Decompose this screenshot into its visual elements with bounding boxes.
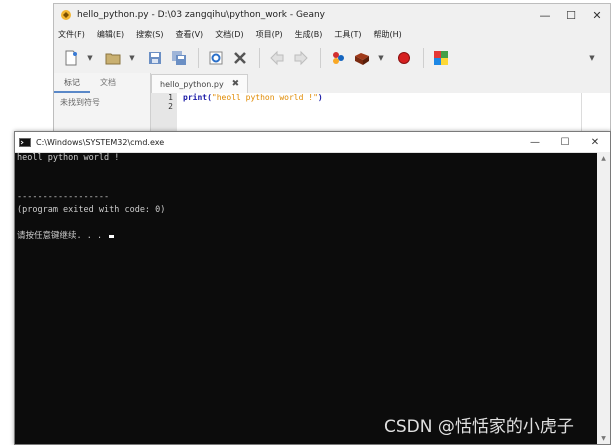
code-string: "heoll python world !" [211, 93, 318, 102]
code-lines: print("heoll python world !") [177, 93, 323, 135]
toolbar-separator [259, 48, 260, 68]
sidebar: 标记 文档 未找到符号 [54, 73, 151, 135]
toolbar-separator [198, 48, 199, 68]
menu-build[interactable]: 生成(B) [295, 29, 323, 40]
geany-main-area: 标记 文档 未找到符号 hello_python.py ✖ 1 2 print(… [54, 73, 610, 135]
console-line: ------------------ [17, 192, 110, 202]
close-file-button[interactable] [229, 47, 251, 69]
text-cursor [109, 235, 115, 238]
toolbar-separator [320, 48, 321, 68]
navigate-forward-button[interactable] [290, 47, 312, 69]
menu-tools[interactable]: 工具(T) [334, 29, 361, 40]
reload-button[interactable] [205, 47, 227, 69]
file-tab[interactable]: hello_python.py ✖ [151, 74, 249, 93]
save-all-button[interactable] [168, 47, 190, 69]
tab-symbols[interactable]: 标记 [54, 73, 90, 93]
menu-search[interactable]: 搜索(S) [136, 29, 163, 40]
no-symbols-message: 未找到符号 [60, 98, 100, 107]
watermark: CSDN @恬恬家的小虎子 [384, 417, 574, 437]
close-tab-icon[interactable]: ✖ [232, 79, 240, 89]
cmd-window: C:\Windows\SYSTEM32\cmd.exe — ☐ ✕ heoll … [14, 131, 611, 445]
cmd-scrollbar[interactable]: ▲ ▼ [597, 152, 610, 444]
cmd-terminal-icon [19, 137, 31, 147]
close-file-icon [234, 52, 246, 64]
geany-menu-bar: 文件(F) 编辑(E) 搜索(S) 查看(V) 文档(D) 项目(P) 生成(B… [54, 26, 610, 43]
geany-title-bar: hello_python.py - D:\03 zangqihu\python_… [54, 4, 610, 26]
geany-minimize-button[interactable]: — [532, 4, 558, 26]
cmd-minimize-button[interactable]: — [520, 132, 550, 152]
editor-tab-bar: hello_python.py ✖ [151, 73, 610, 93]
open-folder-icon [105, 53, 121, 65]
execute-button[interactable] [393, 47, 415, 69]
toolbar-separator [423, 48, 424, 68]
cmd-title-bar: C:\Windows\SYSTEM32\cmd.exe — ☐ ✕ [15, 132, 610, 153]
menu-document[interactable]: 文档(D) [215, 29, 243, 40]
menu-project[interactable]: 项目(P) [256, 29, 283, 40]
build-dropdown[interactable]: ▼ [375, 47, 387, 69]
console-prompt-text: 请按任意键继续. . . [17, 231, 108, 241]
code-line: print("heoll python world !") [183, 93, 323, 102]
menu-edit[interactable]: 编辑(E) [97, 29, 124, 40]
new-file-button[interactable] [60, 47, 82, 69]
geany-maximize-button[interactable]: ☐ [558, 4, 584, 26]
line-number: 2 [168, 102, 173, 111]
sidebar-tabs: 标记 文档 [54, 73, 150, 93]
reload-icon [209, 51, 223, 65]
open-file-dropdown[interactable]: ▼ [126, 47, 138, 69]
geany-window-title: hello_python.py - D:\03 zangqihu\python_… [77, 10, 326, 20]
toolbar-overflow-dropdown[interactable]: ▼ [586, 47, 598, 69]
build-brick-icon [355, 53, 369, 65]
new-file-icon [65, 50, 77, 66]
scroll-up-icon[interactable]: ▲ [597, 152, 610, 164]
build-button[interactable] [351, 47, 373, 69]
console-line: (program exited with code: 0) [17, 205, 166, 215]
cmd-window-title: C:\Windows\SYSTEM32\cmd.exe [36, 137, 165, 147]
navigate-back-button[interactable] [266, 47, 288, 69]
arrow-left-icon [270, 50, 284, 66]
long-line-marker [581, 93, 582, 135]
compile-button[interactable] [327, 47, 349, 69]
geany-toolbar: ▼ ▼ ▼ ▼ [54, 43, 610, 74]
save-icon [149, 52, 161, 64]
code-paren-close: ) [317, 93, 323, 102]
geany-window: hello_python.py - D:\03 zangqihu\python_… [53, 3, 611, 135]
color-chooser-button[interactable] [430, 47, 452, 69]
compile-icon [333, 52, 344, 64]
console-line: heoll python world ! [17, 153, 120, 163]
console-output[interactable]: heoll python world ! ------------------ … [15, 152, 599, 444]
geany-logo-icon [61, 10, 71, 20]
line-number-gutter: 1 2 [151, 93, 177, 135]
arrow-right-icon [294, 50, 308, 66]
save-button[interactable] [144, 47, 166, 69]
execute-icon [398, 52, 410, 64]
geany-close-button[interactable]: ✕ [584, 4, 610, 26]
scroll-down-icon[interactable]: ▼ [597, 432, 610, 444]
code-function: print [183, 93, 208, 102]
menu-file[interactable]: 文件(F) [58, 29, 85, 40]
new-file-dropdown[interactable]: ▼ [84, 47, 96, 69]
console-prompt-line: 请按任意键继续. . . [17, 230, 599, 243]
color-chooser-icon [434, 51, 448, 65]
code-area[interactable]: 1 2 print("heoll python world !") [151, 93, 610, 135]
save-all-icon [172, 51, 186, 65]
cmd-close-button[interactable]: ✕ [580, 132, 610, 152]
line-number: 1 [168, 93, 173, 102]
editor-pane: hello_python.py ✖ 1 2 print("heoll pytho… [151, 73, 610, 135]
menu-view[interactable]: 查看(V) [175, 29, 203, 40]
open-file-button[interactable] [102, 47, 124, 69]
file-tab-label: hello_python.py [160, 79, 224, 89]
menu-help[interactable]: 帮助(H) [374, 29, 402, 40]
tab-documents[interactable]: 文档 [90, 73, 126, 93]
cmd-maximize-button[interactable]: ☐ [550, 132, 580, 152]
